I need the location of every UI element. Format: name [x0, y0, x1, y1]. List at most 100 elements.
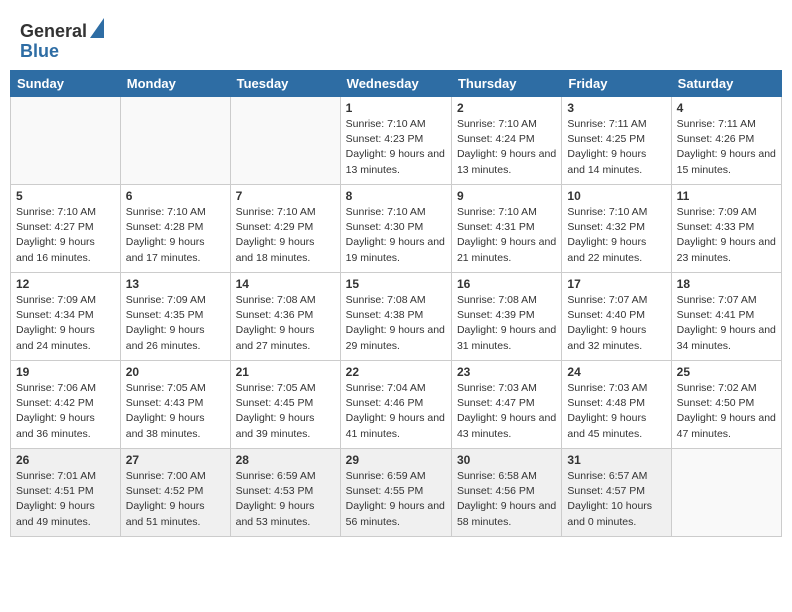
day-info: Sunrise: 7:10 AMSunset: 4:30 PMDaylight:… [346, 205, 446, 266]
weekday-header-tuesday: Tuesday [230, 71, 340, 97]
weekday-header-thursday: Thursday [451, 71, 561, 97]
day-number: 19 [16, 365, 115, 379]
calendar-day-empty [671, 449, 781, 537]
day-number: 8 [346, 189, 446, 203]
calendar-day-4: 4Sunrise: 7:11 AMSunset: 4:26 PMDaylight… [671, 97, 781, 185]
day-number: 18 [677, 277, 776, 291]
calendar-day-30: 30 Sunrise: 6:58 AMSunset: 4:56 PMDayligh… [451, 449, 561, 537]
day-info: Sunrise: 6:59 AMSunset: 4:53 PMDaylight:… [236, 469, 335, 530]
day-info: Sunrise: 7:05 AMSunset: 4:45 PMDaylight:… [236, 381, 335, 442]
day-number: 20 [126, 365, 225, 379]
calendar-day-23: 23 Sunrise: 7:03 AMSunset: 4:47 PMDayligh… [451, 361, 561, 449]
day-info: Sunrise: 7:10 AMSunset: 4:32 PMDaylight:… [567, 205, 665, 266]
calendar-day-empty [11, 97, 121, 185]
calendar-day-3: 3 Sunrise: 7:11 AMSunset: 4:25 PMDaylight… [562, 97, 671, 185]
weekday-header-monday: Monday [120, 71, 230, 97]
calendar-day-19: 19 Sunrise: 7:06 AMSunset: 4:42 PMDayligh… [11, 361, 121, 449]
day-info: Sunrise: 7:07 AMSunset: 4:41 PMDaylight:… [677, 293, 776, 354]
calendar-day-14: 14Sunrise: 7:08 AMSunset: 4:36 PMDayligh… [230, 273, 340, 361]
day-number: 10 [567, 189, 665, 203]
day-number: 17 [567, 277, 665, 291]
calendar-day-15: 15 Sunrise: 7:08 AMSunset: 4:38 PMDayligh… [340, 273, 451, 361]
calendar-day-1: 1Sunrise: 7:10 AMSunset: 4:23 PMDaylight… [340, 97, 451, 185]
day-number: 6 [126, 189, 225, 203]
day-number: 31 [567, 453, 665, 467]
calendar-day-11: 11 Sunrise: 7:09 AMSunset: 4:33 PMDayligh… [671, 185, 781, 273]
day-info: Sunrise: 7:10 AMSunset: 4:27 PMDaylight:… [16, 205, 115, 266]
day-info: Sunrise: 6:58 AMSunset: 4:56 PMDaylight:… [457, 469, 556, 530]
day-info: Sunrise: 7:10 AMSunset: 4:28 PMDaylight:… [126, 205, 225, 266]
day-number: 16 [457, 277, 556, 291]
day-info: Sunrise: 7:09 AMSunset: 4:33 PMDaylight:… [677, 205, 776, 266]
page-header: General Blue [10, 10, 782, 66]
calendar-day-8: 8 Sunrise: 7:10 AMSunset: 4:30 PMDaylight… [340, 185, 451, 273]
day-info: Sunrise: 7:01 AMSunset: 4:51 PMDaylight:… [16, 469, 115, 530]
logo: General Blue [20, 18, 104, 62]
day-number: 5 [16, 189, 115, 203]
day-info: Sunrise: 7:10 AMSunset: 4:24 PMDaylight:… [457, 117, 556, 178]
day-number: 25 [677, 365, 776, 379]
day-number: 28 [236, 453, 335, 467]
day-number: 3 [567, 101, 665, 115]
logo-general: General [20, 21, 87, 42]
day-number: 22 [346, 365, 446, 379]
day-info: Sunrise: 7:10 AMSunset: 4:31 PMDaylight:… [457, 205, 556, 266]
day-number: 11 [677, 189, 776, 203]
weekday-header-wednesday: Wednesday [340, 71, 451, 97]
calendar-day-2: 2 Sunrise: 7:10 AMSunset: 4:24 PMDaylight… [451, 97, 561, 185]
calendar-day-17: 17Sunrise: 7:07 AMSunset: 4:40 PMDayligh… [562, 273, 671, 361]
logo-triangle [90, 18, 104, 43]
calendar-day-20: 20 Sunrise: 7:05 AMSunset: 4:43 PMDayligh… [120, 361, 230, 449]
day-info: Sunrise: 7:03 AMSunset: 4:47 PMDaylight:… [457, 381, 556, 442]
calendar-day-22: 22 Sunrise: 7:04 AMSunset: 4:46 PMDayligh… [340, 361, 451, 449]
weekday-header-friday: Friday [562, 71, 671, 97]
calendar-day-25: 25 Sunrise: 7:02 AMSunset: 4:50 PMDayligh… [671, 361, 781, 449]
day-info: Sunrise: 7:11 AMSunset: 4:26 PMDaylight:… [677, 117, 776, 178]
day-info: Sunrise: 6:59 AMSunset: 4:55 PMDaylight:… [346, 469, 446, 530]
calendar-day-18: 18 Sunrise: 7:07 AMSunset: 4:41 PMDayligh… [671, 273, 781, 361]
day-number: 21 [236, 365, 335, 379]
day-info: Sunrise: 6:57 AMSunset: 4:57 PMDaylight:… [567, 469, 665, 530]
calendar-day-21: 21 Sunrise: 7:05 AMSunset: 4:45 PMDayligh… [230, 361, 340, 449]
calendar-day-27: 27 Sunrise: 7:00 AMSunset: 4:52 PMDayligh… [120, 449, 230, 537]
day-number: 27 [126, 453, 225, 467]
calendar-day-9: 9 Sunrise: 7:10 AMSunset: 4:31 PMDaylight… [451, 185, 561, 273]
day-info: Sunrise: 7:05 AMSunset: 4:43 PMDaylight:… [126, 381, 225, 442]
calendar-day-7: 7Sunrise: 7:10 AMSunset: 4:29 PMDaylight… [230, 185, 340, 273]
day-info: Sunrise: 7:04 AMSunset: 4:46 PMDaylight:… [346, 381, 446, 442]
day-number: 13 [126, 277, 225, 291]
day-info: Sunrise: 7:06 AMSunset: 4:42 PMDaylight:… [16, 381, 115, 442]
day-number: 24 [567, 365, 665, 379]
day-number: 7 [236, 189, 335, 203]
day-info: Sunrise: 7:00 AMSunset: 4:52 PMDaylight:… [126, 469, 225, 530]
day-info: Sunrise: 7:09 AMSunset: 4:35 PMDaylight:… [126, 293, 225, 354]
calendar-day-empty [230, 97, 340, 185]
day-number: 12 [16, 277, 115, 291]
calendar-day-6: 6 Sunrise: 7:10 AMSunset: 4:28 PMDaylight… [120, 185, 230, 273]
calendar-day-13: 13 Sunrise: 7:09 AMSunset: 4:35 PMDayligh… [120, 273, 230, 361]
day-number: 1 [346, 101, 446, 115]
calendar-day-31: 31 Sunrise: 6:57 AMSunset: 4:57 PMDayligh… [562, 449, 671, 537]
calendar-day-5: 5 Sunrise: 7:10 AMSunset: 4:27 PMDaylight… [11, 185, 121, 273]
day-info: Sunrise: 7:08 AMSunset: 4:36 PMDaylight:… [236, 293, 335, 354]
day-number: 23 [457, 365, 556, 379]
day-info: Sunrise: 7:03 AMSunset: 4:48 PMDaylight:… [567, 381, 665, 442]
day-number: 29 [346, 453, 446, 467]
day-number: 2 [457, 101, 556, 115]
day-info: Sunrise: 7:09 AMSunset: 4:34 PMDaylight:… [16, 293, 115, 354]
day-number: 9 [457, 189, 556, 203]
weekday-header-saturday: Saturday [671, 71, 781, 97]
day-number: 26 [16, 453, 115, 467]
day-info: Sunrise: 7:08 AMSunset: 4:38 PMDaylight:… [346, 293, 446, 354]
day-number: 30 [457, 453, 556, 467]
day-info: Sunrise: 7:11 AMSunset: 4:25 PMDaylight:… [567, 117, 665, 178]
calendar-day-12: 12 Sunrise: 7:09 AMSunset: 4:34 PMDayligh… [11, 273, 121, 361]
day-info: Sunrise: 7:08 AMSunset: 4:39 PMDaylight:… [457, 293, 556, 354]
calendar-table: SundayMondayTuesdayWednesdayThursdayFrid… [10, 70, 782, 537]
day-info: Sunrise: 7:02 AMSunset: 4:50 PMDaylight:… [677, 381, 776, 442]
calendar-day-24: 24 Sunrise: 7:03 AMSunset: 4:48 PMDayligh… [562, 361, 671, 449]
calendar-day-10: 10 Sunrise: 7:10 AMSunset: 4:32 PMDayligh… [562, 185, 671, 273]
calendar-day-29: 29 Sunrise: 6:59 AMSunset: 4:55 PMDayligh… [340, 449, 451, 537]
calendar-day-28: 28 Sunrise: 6:59 AMSunset: 4:53 PMDayligh… [230, 449, 340, 537]
day-number: 15 [346, 277, 446, 291]
